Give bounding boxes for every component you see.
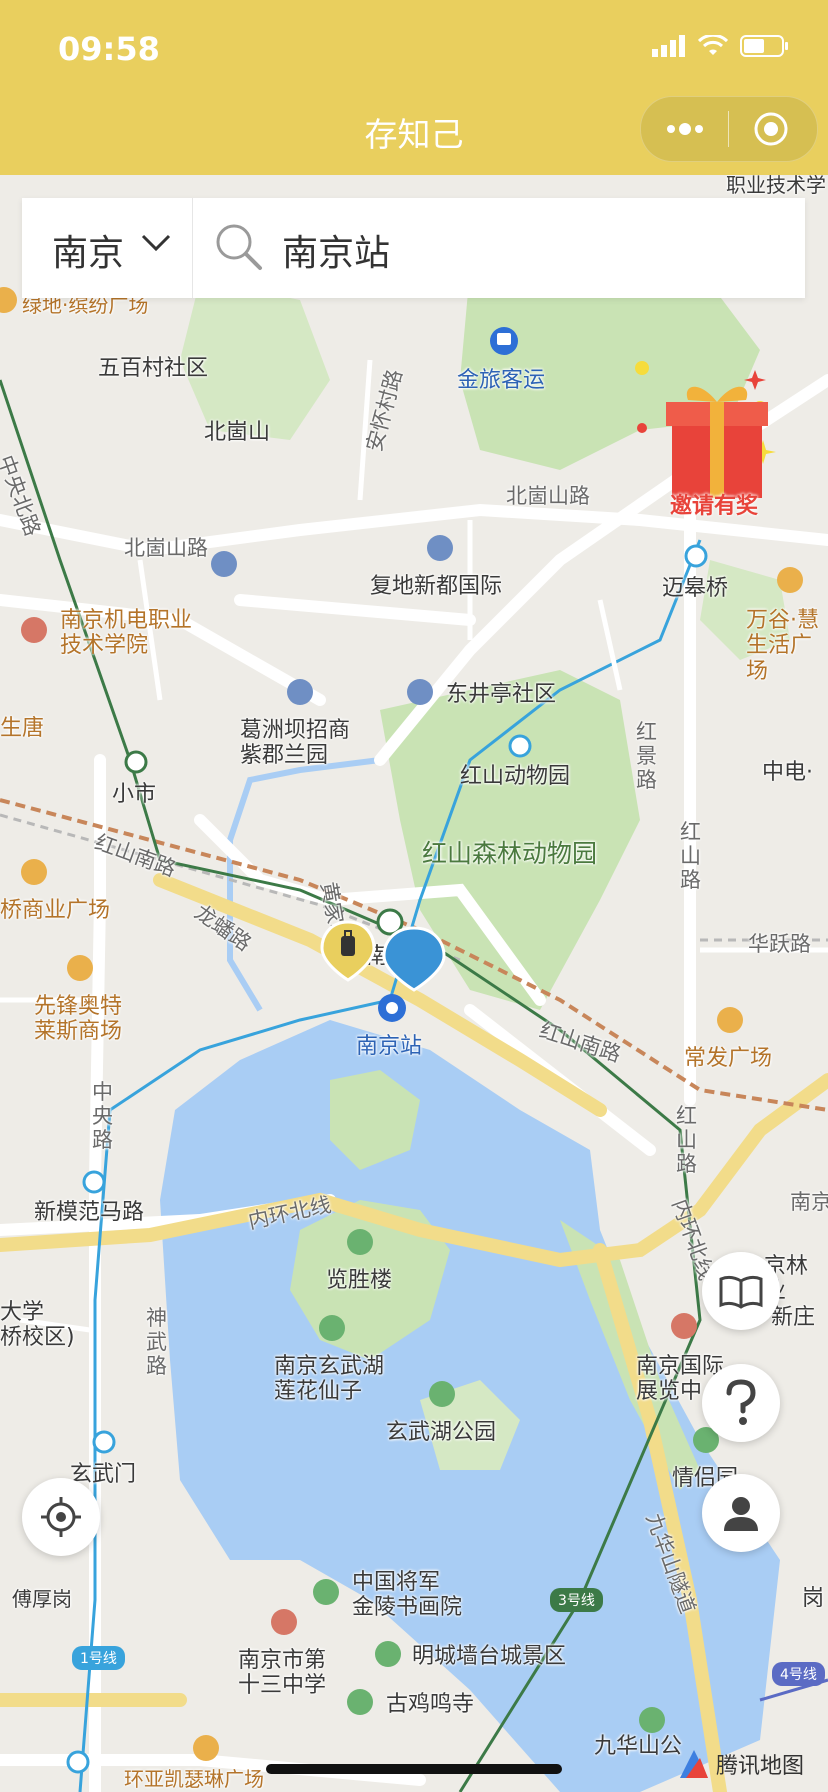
school-icon: [21, 617, 697, 1635]
search-divider: [192, 198, 193, 298]
app-header: 09:58 存知己: [0, 0, 828, 175]
search-input[interactable]: 南京站: [282, 224, 390, 276]
locate-icon: [41, 1497, 81, 1537]
city-selector[interactable]: 南京: [52, 224, 124, 276]
wifi-icon: [698, 35, 728, 55]
metro-station-icon: [66, 544, 708, 1774]
profile-button[interactable]: [702, 1474, 780, 1552]
signal-icon: [652, 35, 685, 57]
help-button[interactable]: [702, 1364, 780, 1442]
status-time: 09:58: [58, 30, 160, 68]
rail-station-icon: [124, 750, 404, 936]
chevron-down-icon[interactable]: [140, 232, 172, 254]
target-icon[interactable]: [753, 111, 789, 147]
status-icons: [652, 34, 790, 58]
search-bar: 南京 南京站: [22, 198, 805, 298]
park-icon: [313, 1229, 719, 1733]
search-icon: [216, 224, 262, 270]
poi-icon: [211, 535, 453, 705]
battery-icon: [740, 35, 788, 57]
user-icon: [724, 1497, 758, 1531]
home-indicator: [266, 1764, 562, 1774]
tencent-map-logo-icon: [680, 1750, 708, 1778]
capsule-divider: [728, 111, 729, 147]
book-icon: [719, 1275, 763, 1309]
location-pin-icon: [382, 926, 446, 992]
mini-program-capsule: [640, 96, 818, 162]
promo-label[interactable]: 邀请有奖: [670, 488, 758, 520]
guide-button[interactable]: [702, 1252, 780, 1330]
question-icon: [726, 1379, 756, 1425]
map-attribution: 腾讯地图: [716, 1754, 805, 1779]
locate-button[interactable]: [22, 1478, 100, 1556]
more-icon[interactable]: [665, 119, 705, 139]
luggage-storage-pin-icon: [320, 920, 376, 982]
